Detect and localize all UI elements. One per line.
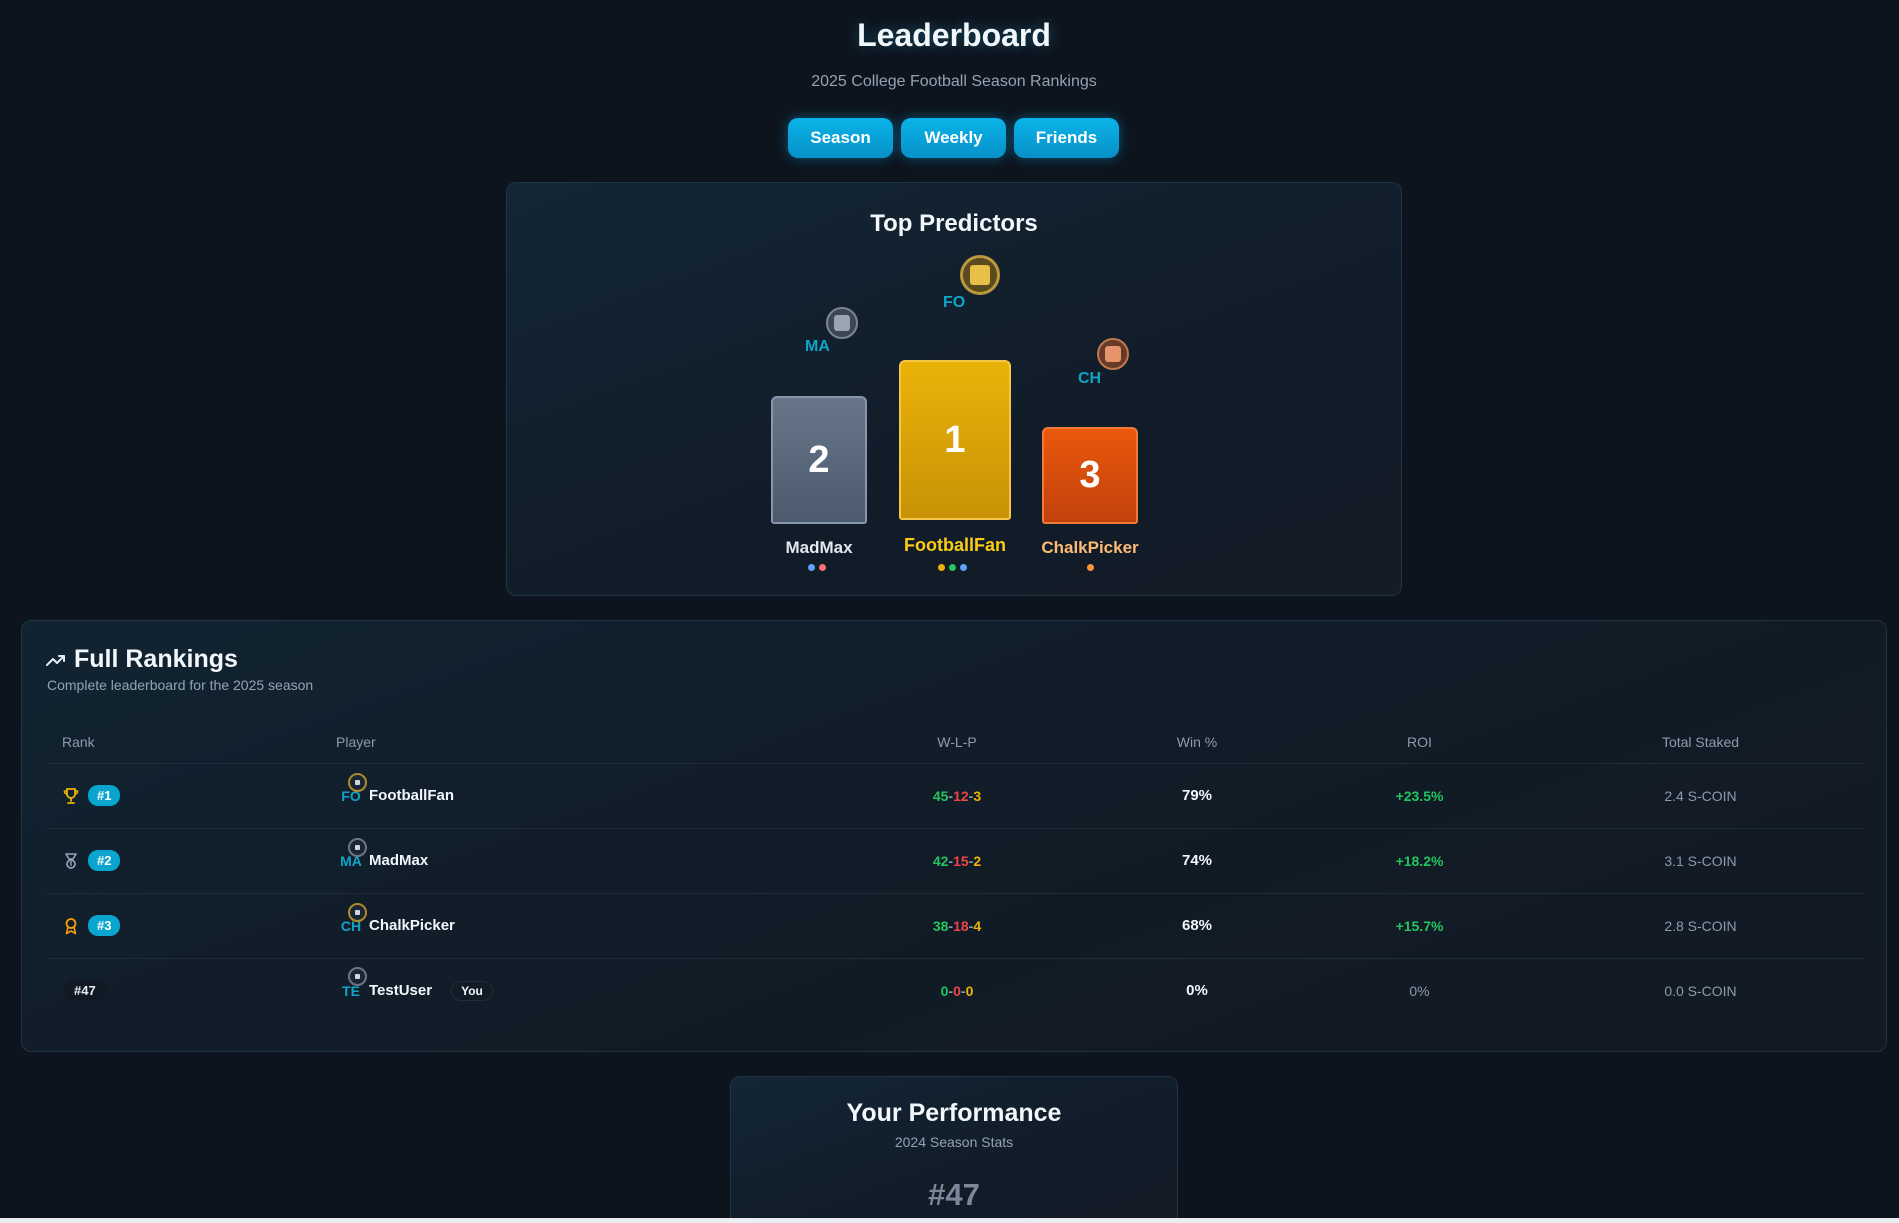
win-percentage: 68% xyxy=(1181,917,1213,934)
medal-icon xyxy=(65,852,77,869)
status-dot xyxy=(960,564,967,571)
table-row-current-user[interactable]: #47 TE TestUser You 0-0-0 0% 0% 0.0 S-CO… xyxy=(46,958,1864,1023)
status-dot xyxy=(1087,564,1094,571)
performance-title: Your Performance xyxy=(846,1099,1062,1127)
second-place-avatar-icon xyxy=(826,307,858,339)
total-staked: 0.0 S-COIN xyxy=(1664,982,1737,999)
performance-rank: #47 xyxy=(928,1177,980,1212)
award-icon xyxy=(65,917,77,934)
total-staked: 3.1 S-COIN xyxy=(1664,852,1737,869)
rank-badge: #2 xyxy=(88,850,121,871)
full-rankings-heading: Full Rankings xyxy=(46,645,238,674)
third-place-initials: CH xyxy=(1078,370,1102,387)
status-dot xyxy=(938,564,945,571)
full-rankings-description: Complete leaderboard for the 2025 season xyxy=(47,677,314,693)
rank-badge: #3 xyxy=(88,915,121,936)
win-percentage: 74% xyxy=(1181,852,1213,869)
rank-badge: #1 xyxy=(88,785,121,806)
status-dot xyxy=(819,564,826,571)
trending-up-icon xyxy=(46,654,65,666)
avatar-icon xyxy=(348,903,367,922)
bottom-divider xyxy=(0,1218,1899,1223)
column-header-roi[interactable]: ROI xyxy=(1302,721,1537,764)
second-place-podium-bar: 2 xyxy=(771,396,867,524)
roi-value: 0% xyxy=(1409,982,1430,999)
your-performance-card: Your Performance 2024 Season Stats #47 xyxy=(730,1076,1178,1223)
top-predictors-title: Top Predictors xyxy=(870,210,1038,237)
total-staked: 2.4 S-COIN xyxy=(1664,787,1737,804)
avatar-icon xyxy=(348,966,367,986)
tab-bar: Season Weekly Friends xyxy=(788,118,1119,158)
player-name[interactable]: TestUser xyxy=(369,982,432,999)
win-percentage: 0% xyxy=(1186,982,1208,1000)
column-header-total-staked[interactable]: Total Staked xyxy=(1537,721,1864,764)
wlp-record: 38-18-4 xyxy=(822,893,1092,959)
table-row[interactable]: #1 FO FootballFan 45-12-3 79% +23.5% 2.4… xyxy=(46,763,1864,829)
roi-value: +23.5% xyxy=(1395,787,1444,804)
third-place-dots xyxy=(1087,564,1094,571)
avatar-icon xyxy=(348,773,367,792)
player-name[interactable]: MadMax xyxy=(369,852,428,869)
wlp-record: 42-15-2 xyxy=(822,828,1092,894)
top-predictors-card: Top Predictors MA 2 MadMax FO 1 Football… xyxy=(506,182,1402,596)
tab-season[interactable]: Season xyxy=(788,118,893,158)
status-dot xyxy=(808,564,815,571)
column-header-rank[interactable]: Rank xyxy=(46,721,322,764)
trophy-icon xyxy=(63,787,79,804)
first-place-avatar-icon xyxy=(960,255,1000,295)
full-rankings-title: Full Rankings xyxy=(74,645,238,673)
column-header-player[interactable]: Player xyxy=(322,721,822,764)
table-row[interactable]: #2 MA MadMax 42-15-2 74% +18.2% 3.1 S-CO… xyxy=(46,828,1864,894)
second-place-dots xyxy=(808,564,826,571)
second-place-initials: MA xyxy=(805,338,830,355)
you-badge: You xyxy=(451,980,493,1001)
player-name[interactable]: ChalkPicker xyxy=(369,917,455,934)
total-staked: 2.8 S-COIN xyxy=(1664,917,1737,934)
third-place-avatar-icon xyxy=(1097,338,1129,370)
page-subtitle: 2025 College Football Season Rankings xyxy=(811,73,1097,90)
full-rankings-card: Full Rankings Complete leaderboard for t… xyxy=(21,620,1887,1052)
table-header-row: Rank Player W-L-P Win % ROI Total Staked xyxy=(46,721,1864,764)
first-place-name[interactable]: FootballFan xyxy=(885,535,1025,556)
leaderboard-page: Leaderboard 2025 College Football Season… xyxy=(0,0,1899,1223)
status-dot xyxy=(949,564,956,571)
roi-value: +18.2% xyxy=(1395,852,1444,869)
roi-value: +15.7% xyxy=(1395,917,1444,934)
column-header-win-pct[interactable]: Win % xyxy=(1092,721,1302,764)
wlp-record: 0-0-0 xyxy=(940,982,974,999)
first-place-dots xyxy=(938,564,967,571)
tab-weekly[interactable]: Weekly xyxy=(901,118,1006,158)
wlp-record: 45-12-3 xyxy=(822,763,1092,829)
third-place-name[interactable]: ChalkPicker xyxy=(1030,538,1150,558)
column-header-wlp[interactable]: W-L-P xyxy=(822,721,1092,764)
first-place-podium-bar: 1 xyxy=(899,360,1011,520)
third-place-podium-bar: 3 xyxy=(1042,427,1138,524)
rankings-table: Rank Player W-L-P Win % ROI Total Staked xyxy=(46,721,1864,1023)
rank-badge: #47 xyxy=(64,980,106,1002)
tab-friends[interactable]: Friends xyxy=(1014,118,1119,158)
player-name[interactable]: FootballFan xyxy=(369,787,454,804)
page-title: Leaderboard xyxy=(857,17,1051,53)
first-place-initials: FO xyxy=(943,294,966,311)
performance-subtitle: 2024 Season Stats xyxy=(894,1134,1014,1150)
player-initials: TE xyxy=(342,982,360,999)
table-row[interactable]: #3 CH ChalkPicker 38-18-4 68% +15.7% 2.8… xyxy=(46,893,1864,959)
win-percentage: 79% xyxy=(1181,787,1213,804)
second-place-name[interactable]: MadMax xyxy=(759,538,879,558)
avatar-icon xyxy=(348,838,367,857)
